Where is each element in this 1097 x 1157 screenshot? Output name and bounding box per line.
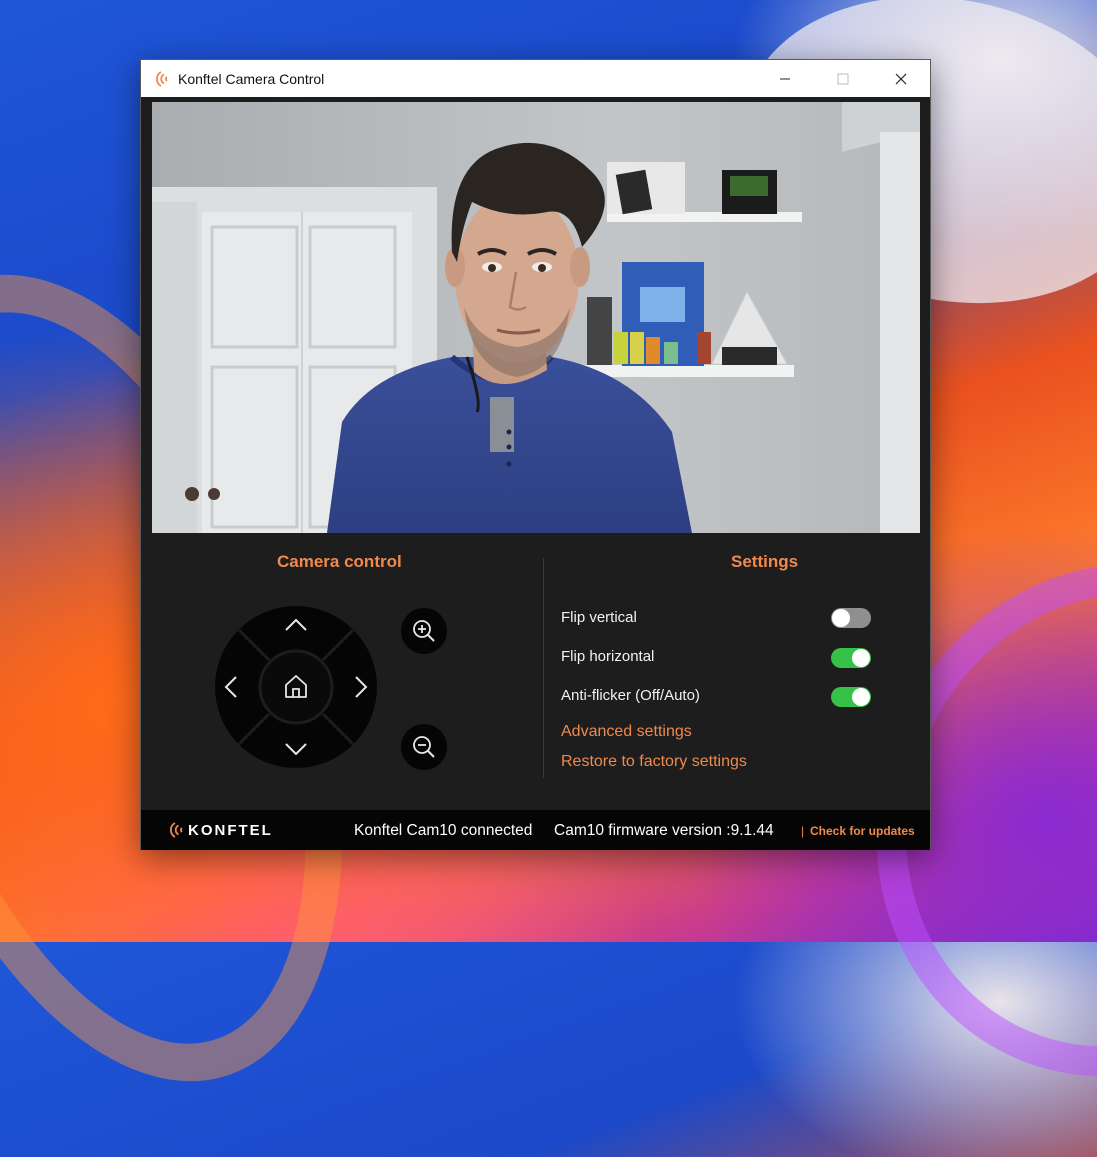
tilt-up-button[interactable] [280, 610, 312, 638]
konftel-logo-icon [155, 70, 168, 87]
chevron-up-icon [285, 618, 307, 631]
footer-logo: KONFTEL [169, 821, 273, 839]
tilt-down-button[interactable] [280, 736, 312, 764]
zoom-out-button[interactable] [401, 724, 447, 770]
konftel-logo-icon [169, 822, 183, 838]
home-icon [285, 675, 307, 698]
firmware-version: Cam10 firmware version :9.1.44 [554, 822, 774, 839]
chevron-down-icon [285, 743, 307, 756]
status-footer: KONFTEL Konftel Cam10 connected Cam10 fi… [141, 810, 930, 850]
title-bar[interactable]: Konftel Camera Control [141, 60, 930, 97]
pan-right-button[interactable] [347, 671, 375, 703]
flip-horizontal-label: Flip horizontal [561, 648, 655, 665]
settings-title: Settings [731, 552, 799, 571]
flip-horizontal-toggle[interactable] [831, 648, 871, 668]
section-divider [543, 558, 544, 778]
toggle-knob [852, 649, 870, 667]
close-icon [895, 73, 907, 84]
window-title: Konftel Camera Control [178, 70, 325, 87]
chevron-left-icon [224, 676, 237, 698]
advanced-settings-link[interactable]: Advanced settings [561, 723, 692, 741]
flip-vertical-toggle[interactable] [831, 608, 871, 628]
flip-vertical-label: Flip vertical [561, 609, 637, 626]
minimize-icon [780, 78, 790, 79]
camera-feed-image [152, 102, 920, 533]
camera-preview [152, 102, 920, 533]
maximize-icon [837, 73, 849, 84]
footer-brand: KONFTEL [188, 821, 273, 839]
maximize-button[interactable] [814, 60, 872, 97]
footer-separator: | [801, 824, 805, 838]
camera-control-title: Camera control [277, 552, 402, 571]
zoom-in-button[interactable] [401, 608, 447, 654]
anti-flicker-toggle[interactable] [831, 687, 871, 707]
home-position-button[interactable] [280, 670, 312, 702]
chevron-right-icon [355, 676, 368, 698]
minimize-button[interactable] [756, 60, 814, 97]
check-for-updates-link[interactable]: Check for updates [810, 824, 915, 838]
restore-factory-settings-link[interactable]: Restore to factory settings [561, 753, 747, 771]
connection-status: Konftel Cam10 connected [354, 822, 533, 839]
pan-left-button[interactable] [217, 671, 245, 703]
camera-control-window: Konftel Camera Control Camera control Se… [140, 59, 931, 850]
close-button[interactable] [872, 60, 930, 97]
toggle-knob [832, 609, 850, 627]
zoom-out-icon [413, 736, 435, 758]
zoom-in-icon [413, 620, 435, 642]
toggle-knob [852, 688, 870, 706]
anti-flicker-label: Anti-flicker (Off/Auto) [561, 687, 700, 704]
